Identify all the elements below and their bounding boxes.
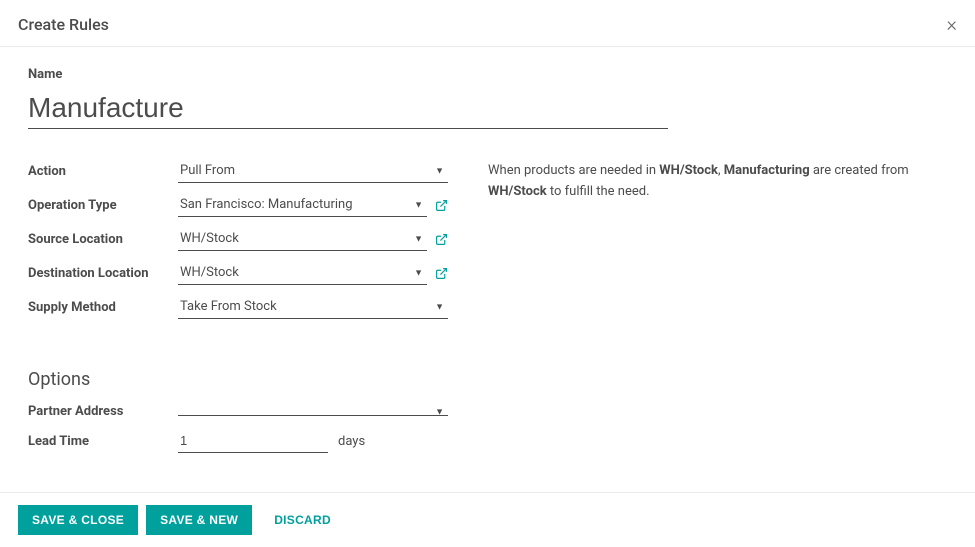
operation-type-label: Operation Type xyxy=(28,198,178,213)
supply-method-row: Supply Method Take From Stock ▼ xyxy=(28,295,448,319)
source-location-row: Source Location WH/Stock ▼ xyxy=(28,227,448,251)
action-label: Action xyxy=(28,164,178,179)
source-location-select[interactable]: WH/Stock ▼ xyxy=(178,227,427,251)
supply-method-value: Take From Stock xyxy=(178,295,448,319)
partner-address-value xyxy=(178,407,448,416)
form-left-column: Action Pull From ▼ Operation Type San Fr… xyxy=(28,159,448,329)
destination-location-value: WH/Stock xyxy=(178,261,427,285)
action-row: Action Pull From ▼ xyxy=(28,159,448,183)
dialog-title: Create Rules xyxy=(18,15,109,34)
save-close-button[interactable]: SAVE & CLOSE xyxy=(18,505,138,535)
options-heading: Options xyxy=(28,369,947,390)
dialog-header: Create Rules × xyxy=(0,0,975,47)
source-location-value: WH/Stock xyxy=(178,227,427,251)
name-section: Name xyxy=(28,67,947,129)
dialog-body: Name Action Pull From ▼ Operation Type S… xyxy=(0,47,975,483)
supply-method-label: Supply Method xyxy=(28,300,178,315)
lead-time-label: Lead Time xyxy=(28,434,178,449)
action-select[interactable]: Pull From ▼ xyxy=(178,159,448,183)
lead-time-input[interactable] xyxy=(178,429,328,453)
supply-method-select[interactable]: Take From Stock ▼ xyxy=(178,295,448,319)
source-location-label: Source Location xyxy=(28,232,178,247)
partner-address-select[interactable]: ▼ xyxy=(178,407,448,416)
destination-location-label: Destination Location xyxy=(28,266,178,281)
options-column: Partner Address ▼ Lead Time days xyxy=(28,404,448,453)
lead-time-row: Lead Time days xyxy=(28,429,448,453)
name-label: Name xyxy=(28,67,947,82)
operation-type-value: San Francisco: Manufacturing xyxy=(178,193,427,217)
partner-address-label: Partner Address xyxy=(28,404,178,419)
partner-address-row: Partner Address ▼ xyxy=(28,404,448,419)
action-value: Pull From xyxy=(178,159,448,183)
destination-location-row: Destination Location WH/Stock ▼ xyxy=(28,261,448,285)
external-link-icon[interactable] xyxy=(435,199,448,212)
rule-description: When products are needed in WH/Stock, Ma… xyxy=(488,161,947,203)
lead-time-suffix: days xyxy=(338,434,365,449)
external-link-icon[interactable] xyxy=(435,233,448,246)
dialog-footer: SAVE & CLOSE SAVE & NEW DISCARD xyxy=(0,492,975,547)
form-columns: Action Pull From ▼ Operation Type San Fr… xyxy=(28,159,947,329)
form-right-column: When products are needed in WH/Stock, Ma… xyxy=(488,159,947,329)
close-icon[interactable]: × xyxy=(947,12,957,36)
save-new-button[interactable]: SAVE & NEW xyxy=(146,505,252,535)
external-link-icon[interactable] xyxy=(435,267,448,280)
name-input[interactable] xyxy=(28,88,668,129)
destination-location-select[interactable]: WH/Stock ▼ xyxy=(178,261,427,285)
operation-type-select[interactable]: San Francisco: Manufacturing ▼ xyxy=(178,193,427,217)
operation-type-row: Operation Type San Francisco: Manufactur… xyxy=(28,193,448,217)
discard-button[interactable]: DISCARD xyxy=(260,505,345,535)
